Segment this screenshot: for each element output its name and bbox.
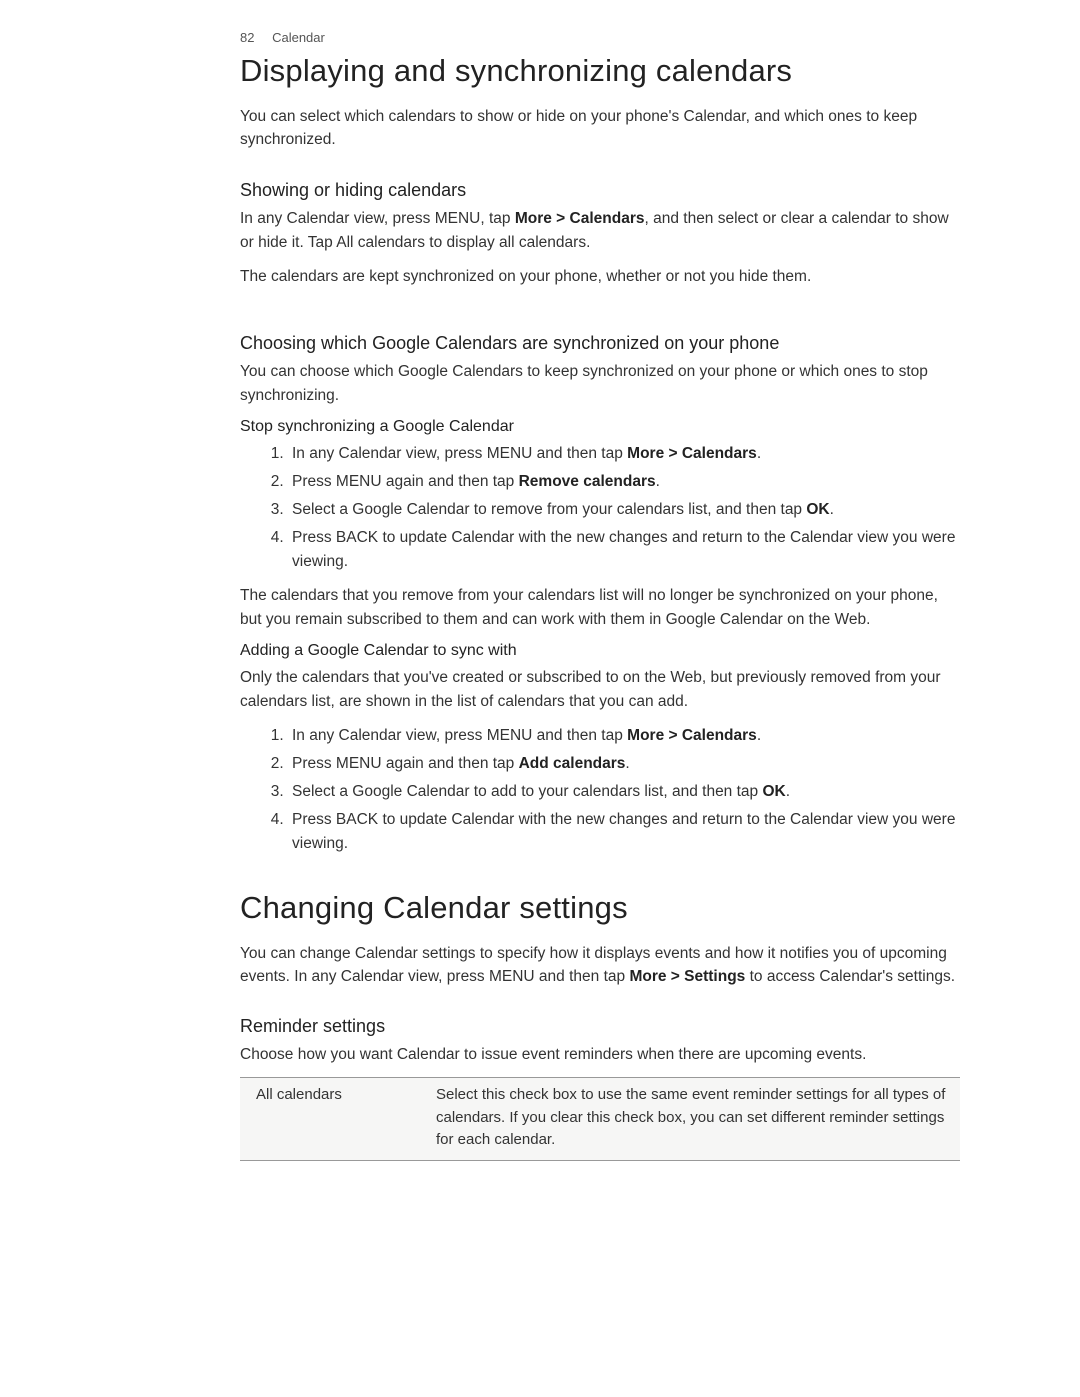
text: . — [625, 755, 629, 772]
text: to access Calendar's settings. — [745, 968, 955, 985]
bold-text: OK — [762, 783, 785, 800]
bold-text: More > Calendars — [627, 727, 757, 744]
bold-text: More > Calendars — [627, 445, 757, 462]
text: Select a Google Calendar to remove from … — [292, 501, 806, 518]
text: Press MENU again and then tap — [292, 473, 519, 490]
list-item: Press MENU again and then tap Add calend… — [288, 752, 960, 776]
heading-changing-settings: Changing Calendar settings — [240, 890, 960, 926]
section-name: Calendar — [272, 30, 325, 45]
list-item: In any Calendar view, press MENU and the… — [288, 724, 960, 748]
bold-text: Add calendars — [519, 755, 626, 772]
paragraph: In any Calendar view, press MENU, tap Mo… — [240, 207, 960, 255]
list-item: Select a Google Calendar to remove from … — [288, 498, 960, 522]
heading-showing-hiding: Showing or hiding calendars — [240, 180, 960, 201]
heading-reminder-settings: Reminder settings — [240, 1016, 960, 1037]
subheading-adding-google: Adding a Google Calendar to sync with — [240, 642, 960, 660]
text: . — [757, 445, 761, 462]
text: In any Calendar view, press MENU and the… — [292, 445, 627, 462]
subheading-stop-sync: Stop synchronizing a Google Calendar — [240, 418, 960, 436]
bold-text: More > Calendars — [515, 210, 645, 227]
text: . — [757, 727, 761, 744]
setting-description: Select this check box to use the same ev… — [436, 1084, 950, 1152]
settings-table: All calendars Select this check box to u… — [240, 1077, 960, 1161]
paragraph: The calendars are kept synchronized on y… — [240, 265, 960, 289]
page-header: 82 Calendar — [240, 30, 960, 45]
list-item: Press BACK to update Calendar with the n… — [288, 808, 960, 856]
text: . — [830, 501, 834, 518]
document-page: 82 Calendar Displaying and synchronizing… — [0, 0, 1080, 1201]
table-row: All calendars Select this check box to u… — [240, 1078, 960, 1160]
paragraph: Choose how you want Calendar to issue ev… — [240, 1043, 960, 1067]
text: In any Calendar view, press MENU, tap — [240, 210, 515, 227]
list-item: Press BACK to update Calendar with the n… — [288, 526, 960, 574]
heading-choosing-google: Choosing which Google Calendars are sync… — [240, 333, 960, 354]
paragraph: You can choose which Google Calendars to… — [240, 360, 960, 408]
page-number: 82 — [240, 30, 254, 45]
bold-text: OK — [806, 501, 829, 518]
intro-paragraph: You can select which calendars to show o… — [240, 105, 960, 152]
text: . — [656, 473, 660, 490]
heading-displaying-sync: Displaying and synchronizing calendars — [240, 53, 960, 89]
paragraph: The calendars that you remove from your … — [240, 584, 960, 632]
text: In any Calendar view, press MENU and the… — [292, 727, 627, 744]
list-item: In any Calendar view, press MENU and the… — [288, 442, 960, 466]
list-item: Select a Google Calendar to add to your … — [288, 780, 960, 804]
bold-text: Remove calendars — [519, 473, 656, 490]
ordered-list: In any Calendar view, press MENU and the… — [240, 442, 960, 574]
setting-label: All calendars — [256, 1084, 436, 1152]
text: Press MENU again and then tap — [292, 755, 519, 772]
list-item: Press MENU again and then tap Remove cal… — [288, 470, 960, 494]
text: . — [786, 783, 790, 800]
ordered-list: In any Calendar view, press MENU and the… — [240, 724, 960, 856]
paragraph: Only the calendars that you've created o… — [240, 666, 960, 714]
bold-text: More > Settings — [629, 968, 745, 985]
text: Select a Google Calendar to add to your … — [292, 783, 762, 800]
intro-paragraph: You can change Calendar settings to spec… — [240, 942, 960, 989]
